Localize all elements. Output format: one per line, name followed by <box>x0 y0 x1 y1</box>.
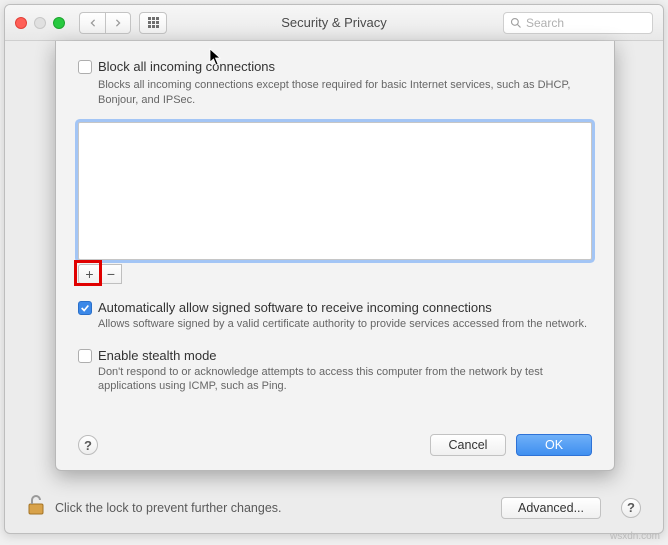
minimize-window-button[interactable] <box>34 17 46 29</box>
stealth-desc: Don't respond to or acknowledge attempts… <box>98 365 592 395</box>
auto-allow-desc: Allows software signed by a valid certif… <box>98 317 592 332</box>
block-all-desc: Blocks all incoming connections except t… <box>98 78 592 108</box>
chevron-left-icon <box>89 19 97 27</box>
forward-button[interactable] <box>105 12 131 34</box>
remove-application-button[interactable]: − <box>100 264 122 284</box>
add-application-button[interactable]: + <box>78 264 100 284</box>
lock-button[interactable] <box>27 494 45 521</box>
search-field[interactable]: Search <box>503 12 653 34</box>
block-all-label: Block all incoming connections <box>98 59 275 74</box>
block-all-row: Block all incoming connections <box>78 59 592 74</box>
grid-icon <box>148 17 159 28</box>
main-help-button[interactable]: ? <box>621 498 641 518</box>
search-placeholder: Search <box>526 16 564 30</box>
checkmark-icon <box>80 303 90 313</box>
nav-buttons <box>79 12 131 34</box>
applications-list[interactable] <box>78 122 592 260</box>
firewall-options-sheet: Block all incoming connections Blocks al… <box>55 41 615 471</box>
lock-text: Click the lock to prevent further change… <box>55 501 282 515</box>
stealth-row: Enable stealth mode <box>78 348 592 363</box>
search-icon <box>510 17 522 29</box>
traffic-lights <box>15 17 65 29</box>
watermark-text: wsxdn.com <box>610 531 660 542</box>
stealth-label: Enable stealth mode <box>98 348 217 363</box>
ok-button[interactable]: OK <box>516 434 592 456</box>
chevron-right-icon <box>114 19 122 27</box>
show-all-button[interactable] <box>139 12 167 34</box>
back-button[interactable] <box>79 12 105 34</box>
auto-allow-label: Automatically allow signed software to r… <box>98 300 492 315</box>
cancel-button[interactable]: Cancel <box>430 434 506 456</box>
stealth-checkbox[interactable] <box>78 349 92 363</box>
sheet-help-button[interactable]: ? <box>78 435 98 455</box>
block-all-checkbox[interactable] <box>78 60 92 74</box>
auto-allow-row: Automatically allow signed software to r… <box>78 300 592 315</box>
titlebar: Security & Privacy Search <box>5 5 663 41</box>
advanced-button[interactable]: Advanced... <box>501 497 601 519</box>
close-window-button[interactable] <box>15 17 27 29</box>
lock-row: Click the lock to prevent further change… <box>27 494 641 521</box>
unlocked-lock-icon <box>27 494 45 516</box>
zoom-window-button[interactable] <box>53 17 65 29</box>
auto-allow-checkbox[interactable] <box>78 301 92 315</box>
preferences-window: Security & Privacy Search APPUALS THE EX… <box>4 4 664 534</box>
